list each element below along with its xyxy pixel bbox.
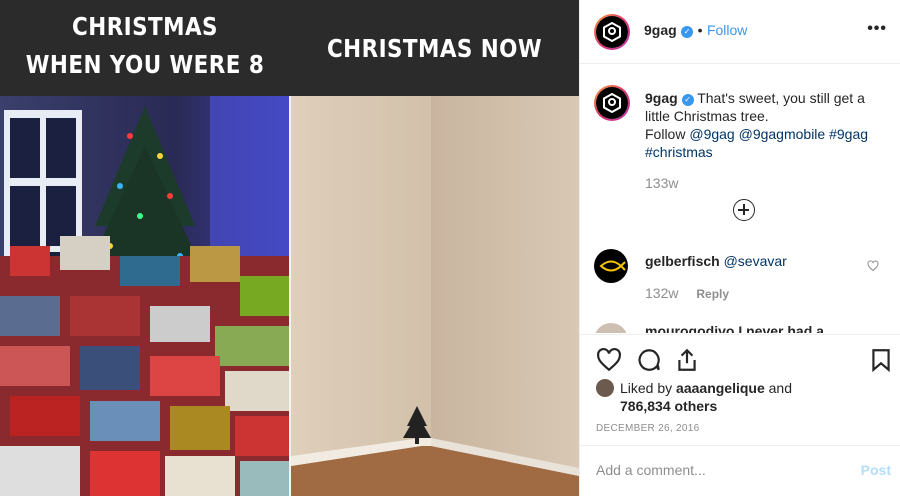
post-header: 9gag ✓ • Follow ••• — [580, 0, 900, 64]
comment-time[interactable]: 132w — [645, 285, 678, 301]
empty-corner-illustration — [291, 96, 579, 496]
load-more-comments-icon[interactable] — [733, 199, 755, 221]
likes-prefix: Liked by — [620, 380, 673, 396]
post-sidebar: 9gag ✓ • Follow ••• 9gag ✓ That's sweet,… — [579, 0, 900, 496]
ninegag-logo-icon — [596, 87, 628, 119]
comment-item: gelberfisch @sevavar — [645, 253, 787, 269]
meme-caption-left: CHRISTMAS WHEN YOU WERE 8 — [20, 8, 269, 84]
comment-mention[interactable]: @sevavar — [724, 253, 787, 269]
likes-summary: Liked by aaaangelique and 786,834 others — [620, 379, 792, 415]
post-comment-button[interactable]: Post — [861, 462, 891, 478]
ninegag-logo-icon — [596, 16, 628, 48]
comment-meta: 132w Reply — [645, 285, 729, 301]
likes-and: and — [768, 380, 792, 396]
photo-christmas-now — [291, 96, 579, 496]
more-icon[interactable]: ••• — [867, 20, 887, 38]
author-avatar[interactable] — [594, 14, 630, 50]
caption-time[interactable]: 133w — [645, 175, 678, 191]
hashtag-christmas[interactable]: #christmas — [645, 144, 713, 160]
caption-avatar[interactable] — [594, 85, 630, 121]
meme-caption-bar: CHRISTMAS WHEN YOU WERE 8 CHRISTMAS NOW — [0, 0, 579, 96]
follow-button[interactable]: Follow — [707, 22, 747, 38]
bookmark-icon[interactable] — [868, 347, 894, 373]
comment-like-heart-icon[interactable] — [867, 260, 879, 272]
post-date[interactable]: DECEMBER 26, 2016 — [596, 423, 699, 434]
verified-badge-icon: ✓ — [681, 26, 694, 38]
author-username[interactable]: 9gag — [644, 22, 677, 38]
meme-caption-left-line1: CHRISTMAS — [72, 12, 218, 41]
mention-9gagmobile[interactable]: @9gagmobile — [739, 126, 826, 142]
liker-username[interactable]: aaaangelique — [676, 380, 765, 396]
comment-icon[interactable] — [636, 347, 662, 373]
comments-scroll-area[interactable]: 9gag ✓ That's sweet, you still get a lit… — [580, 65, 900, 333]
add-comment-bar: Post — [580, 445, 900, 496]
commenter-avatar[interactable] — [594, 249, 628, 283]
share-icon[interactable] — [674, 347, 700, 373]
verified-badge-icon: ✓ — [681, 94, 694, 106]
caption-username[interactable]: 9gag — [645, 90, 678, 106]
commenter-avatar[interactable] — [594, 323, 628, 333]
header-user-line: 9gag ✓ • Follow — [644, 22, 747, 40]
partial-comment: mourogodivo I never had a — [645, 323, 824, 333]
photo-christmas-past — [0, 96, 289, 496]
post-caption: 9gag ✓ That's sweet, you still get a lit… — [645, 89, 885, 161]
meme-caption-left-line2: WHEN YOU WERE 8 — [25, 50, 265, 79]
mention-9gag[interactable]: @9gag — [689, 126, 734, 142]
hashtag-9gag[interactable]: #9gag — [829, 126, 868, 142]
post-actions: Liked by aaaangelique and 786,834 others… — [580, 334, 900, 444]
dot-separator: • — [697, 22, 703, 38]
comment-input[interactable] — [596, 462, 836, 478]
meme-caption-right: CHRISTMAS NOW — [326, 34, 543, 63]
comment-username[interactable]: gelberfisch — [645, 253, 720, 269]
caption-body: That's sweet, you still get a little Chr… — [645, 90, 865, 124]
fish-logo-icon — [599, 260, 626, 272]
caption-follow-prefix: Follow — [645, 126, 686, 142]
post-image[interactable]: CHRISTMAS WHEN YOU WERE 8 CHRISTMAS NOW — [0, 0, 579, 496]
heart-icon[interactable] — [596, 347, 622, 373]
christmas-tree-presents-illustration — [0, 96, 289, 496]
reply-button[interactable]: Reply — [696, 287, 729, 301]
liker-avatar[interactable] — [596, 379, 614, 397]
likes-count[interactable]: 786,834 others — [620, 398, 717, 414]
